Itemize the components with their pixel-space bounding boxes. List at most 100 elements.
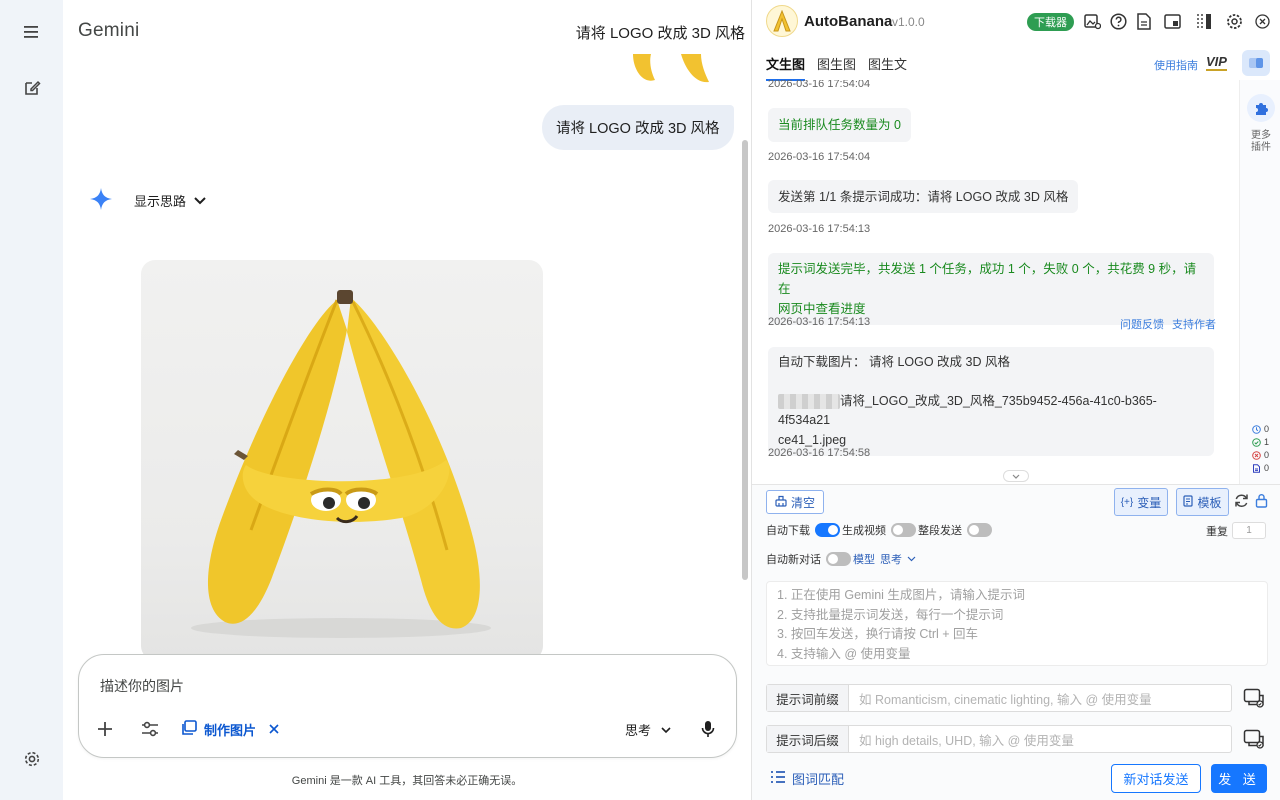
log-timestamp: 2026-03-16 17:54:13 [768, 223, 871, 235]
microphone-icon[interactable] [701, 717, 715, 741]
split-view-icon[interactable] [1194, 11, 1214, 31]
extension-name: AutoBanana [804, 13, 893, 30]
log-message-line: 提示词发送完毕，共发送 1 个任务，成功 1 个，失败 0 个，共花费 9 秒，… [778, 262, 1197, 296]
model-selector[interactable]: 模型 思考 [853, 551, 916, 567]
generated-image[interactable] [141, 260, 543, 660]
log-message-line: 自动下载图片： 请将 LOGO 改成 3D 风格 [778, 355, 1010, 369]
prompt-suffix-field: 提示词后缀 如 high details, UHD, 输入 @ 使用变量 [766, 725, 1232, 753]
conversation-title[interactable]: 请将 LOGO 改成 3D 风格 [576, 22, 745, 43]
model-label: 模型 [853, 554, 875, 566]
image-settings-icon[interactable] [1082, 11, 1102, 31]
tab-image-to-text[interactable]: 图生文 [868, 54, 907, 81]
support-author-link[interactable]: 支持作者 [1172, 316, 1216, 332]
gen-video-toggle[interactable]: 生成视频 [842, 522, 916, 538]
clear-label: 清空 [790, 495, 815, 510]
gear-icon[interactable] [1224, 11, 1244, 31]
stat-value: 1 [1264, 437, 1270, 447]
chat-scrollbar[interactable] [742, 140, 748, 580]
gen-video-switch[interactable] [891, 523, 916, 537]
log-message: 自动下载图片： 请将 LOGO 改成 3D 风格 请将_LOGO_改成_3D_风… [768, 347, 1214, 456]
model-value: 思考 [880, 554, 902, 566]
segment-send-label: 整段发送 [918, 525, 962, 537]
prompt-placeholder-line: 2. 支持批量提示词发送，每行一个提示词 [777, 607, 1004, 622]
tools-icon[interactable] [141, 717, 159, 741]
stat-value: 0 [1264, 424, 1270, 434]
stat-documents: 0 [1252, 463, 1269, 473]
panel-toggle-icon[interactable] [1242, 50, 1270, 76]
image-word-match-label: 图词匹配 [792, 772, 845, 787]
window-icon[interactable] [1162, 11, 1182, 31]
log-message: 提示词发送完毕，共发送 1 个任务，成功 1 个，失败 0 个，共花费 9 秒，… [768, 253, 1214, 325]
vip-badge[interactable]: VIP [1206, 55, 1227, 71]
settings-icon[interactable] [20, 747, 44, 771]
new-chat-icon[interactable] [20, 76, 44, 100]
auto-download-toggle[interactable]: 自动下载 [766, 522, 840, 538]
collapse-toggle[interactable] [1003, 470, 1029, 482]
mode-selector[interactable]: 思考 [625, 717, 671, 741]
prompt-placeholder-line: 4. 支持输入 @ 使用变量 [777, 646, 911, 661]
variable-button[interactable]: {+} 变量 [1114, 488, 1168, 516]
tab-text-to-image[interactable]: 文生图 [766, 54, 806, 81]
chevron-down-icon [907, 553, 916, 565]
auto-new-chat-switch[interactable] [826, 552, 851, 566]
repeat-count-input[interactable]: 1 [1232, 522, 1266, 539]
chevron-down-icon [661, 722, 671, 737]
segment-send-switch[interactable] [967, 523, 992, 537]
new-chat-send-button[interactable]: 新对话发送 [1111, 764, 1201, 793]
prompt-composer[interactable]: 描述你的图片 制作图片 思考 [78, 654, 737, 758]
autobanana-panel: AutoBanana v1.0.0 下载器 文生图 图生图 图生文 使用指南 V… [751, 0, 1280, 800]
variable-label: 变量 [1137, 495, 1162, 510]
lock-icon[interactable] [1253, 492, 1269, 508]
log-area[interactable]: 2026-03-16 17:54:04 当前排队任务数量为 0 2026-03-… [752, 80, 1238, 480]
suffix-preset-icon[interactable] [1242, 727, 1266, 751]
document-icon [1253, 463, 1260, 473]
auto-new-chat-label: 自动新对话 [766, 554, 821, 566]
auto-download-switch[interactable] [815, 523, 840, 537]
tab-image-to-image[interactable]: 图生图 [817, 54, 856, 81]
gemini-brand[interactable]: Gemini [78, 20, 139, 42]
autobanana-logo [766, 5, 798, 37]
help-icon[interactable] [1108, 11, 1128, 31]
prompt-textarea[interactable]: 1. 正在使用 Gemini 生成图片，请输入提示词 2. 支持批量提示词发送，… [766, 581, 1268, 666]
segment-send-toggle[interactable]: 整段发送 [918, 522, 992, 538]
prefix-preset-icon[interactable] [1242, 686, 1266, 710]
close-icon[interactable] [1252, 11, 1272, 31]
refresh-icon[interactable] [1233, 492, 1249, 508]
auto-download-label: 自动下载 [766, 525, 810, 537]
repeat-label: 重复 [1206, 526, 1228, 538]
send-button[interactable]: 发 送 [1211, 764, 1267, 793]
puzzle-icon[interactable] [1247, 94, 1275, 122]
prompt-input[interactable]: 描述你的图片 [100, 676, 184, 696]
plugins-sidebar: 更多插件 0 1 0 0 [1239, 80, 1280, 484]
prefix-input[interactable]: 如 Romanticism, cinematic lighting, 输入 @ … [849, 685, 1231, 711]
auto-new-chat-toggle[interactable]: 自动新对话 [766, 551, 851, 567]
prompt-placeholder-line: 1. 正在使用 Gemini 生成图片，请输入提示词 [777, 588, 1025, 602]
add-icon[interactable] [97, 717, 113, 741]
prompt-placeholder-line: 3. 按回车发送，换行请按 Ctrl + 回车 [777, 627, 979, 641]
disclaimer: Gemini 是一款 AI 工具，其回答未必正确无误。 [291, 775, 523, 787]
stat-value: 0 [1264, 463, 1270, 473]
control-panel: 清空 {+} 变量 模板 自动下载 生成视频 整段发送 重复 1 自动新对话 模… [752, 484, 1280, 800]
suffix-input[interactable]: 如 high details, UHD, 输入 @ 使用变量 [849, 726, 1231, 752]
make-image-chip[interactable]: 制作图片 [182, 717, 279, 741]
chevron-down-icon [194, 193, 206, 208]
more-plugins-text: 更多插件 [1251, 130, 1271, 153]
prompt-prefix-field: 提示词前缀 如 Romanticism, cinematic lighting,… [766, 684, 1232, 712]
broom-icon [775, 495, 787, 510]
show-thinking-toggle[interactable]: 显示思路 [134, 191, 206, 210]
downloader-badge[interactable]: 下载器 [1027, 13, 1074, 31]
more-plugins-label[interactable]: 更多插件 [1240, 130, 1280, 154]
menu-icon[interactable] [20, 20, 44, 44]
show-thinking-label: 显示思路 [134, 194, 187, 209]
log-message: 当前排队任务数量为 0 [768, 108, 911, 142]
template-button[interactable]: 模板 [1176, 488, 1229, 516]
feedback-link[interactable]: 问题反馈 [1120, 316, 1164, 332]
document-icon[interactable] [1134, 11, 1154, 31]
stat-value: 0 [1264, 450, 1270, 460]
left-rail [0, 0, 63, 800]
clear-button[interactable]: 清空 [766, 490, 824, 514]
previous-image-peek [625, 54, 715, 88]
guide-link[interactable]: 使用指南 [1154, 57, 1198, 73]
close-icon[interactable] [269, 722, 279, 737]
image-word-match-button[interactable]: 图词匹配 [770, 769, 844, 788]
